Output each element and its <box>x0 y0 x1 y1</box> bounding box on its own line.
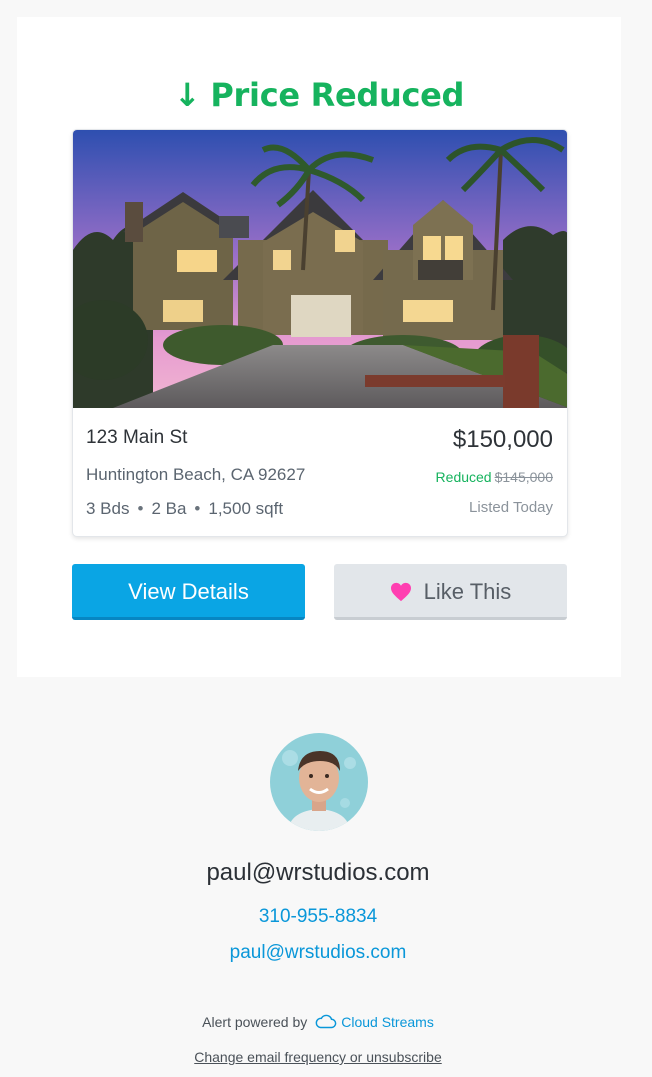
listing-beds: 3 Bds <box>86 499 130 518</box>
like-this-button[interactable]: Like This <box>334 564 567 620</box>
listing-address: 123 Main St <box>86 427 188 448</box>
old-price: $145,000 <box>494 469 553 485</box>
agent-section: paul@wrstudios.com 310-955-8834 paul@wrs… <box>0 680 652 1077</box>
view-details-button[interactable]: View Details <box>72 564 305 620</box>
cloud-icon <box>315 1014 337 1029</box>
listed-status: Listed Today <box>469 499 553 516</box>
powered-by: Alert powered by Cloud Streams <box>0 1014 636 1030</box>
agent-name: paul@wrstudios.com <box>206 859 430 886</box>
house-photo[interactable] <box>73 130 568 408</box>
listing-city: Huntington Beach, CA 92627 <box>86 465 306 484</box>
alert-title: Price Reduced <box>210 76 465 114</box>
listing-price: $150,000 <box>452 426 553 453</box>
separator-dot: • <box>194 499 201 518</box>
listing-baths: 2 Ba <box>151 499 187 518</box>
brand-link[interactable]: Cloud Streams <box>315 1014 434 1030</box>
like-this-label: Like This <box>423 579 512 604</box>
listing-sqft: 1,500 sqft <box>208 499 284 518</box>
powered-by-label: Alert powered by <box>202 1014 308 1030</box>
reduced-label: Reduced <box>435 469 492 485</box>
listing-card[interactable]: 123 Main St Huntington Beach, CA 92627 3… <box>72 129 568 537</box>
reduced-line: Reduced $145,000 <box>436 469 553 485</box>
brand-name: Cloud Streams <box>341 1014 434 1030</box>
agent-phone-link[interactable]: 310-955-8834 <box>0 906 636 928</box>
listing-specs: 3 Bds • 2 Ba • 1,500 sqft <box>86 499 283 519</box>
agent-email-link[interactable]: paul@wrstudios.com <box>0 942 636 964</box>
unsubscribe-link[interactable]: Change email frequency or unsubscribe <box>0 1049 636 1065</box>
heart-icon <box>390 582 411 602</box>
separator-dot: • <box>137 499 144 518</box>
down-arrow-icon: ↓ <box>173 76 201 114</box>
agent-avatar <box>270 733 368 831</box>
alert-headline: ↓ Price Reduced <box>17 75 621 115</box>
alert-card: ↓ Price Reduced 123 Main St Huntington B… <box>17 17 621 677</box>
